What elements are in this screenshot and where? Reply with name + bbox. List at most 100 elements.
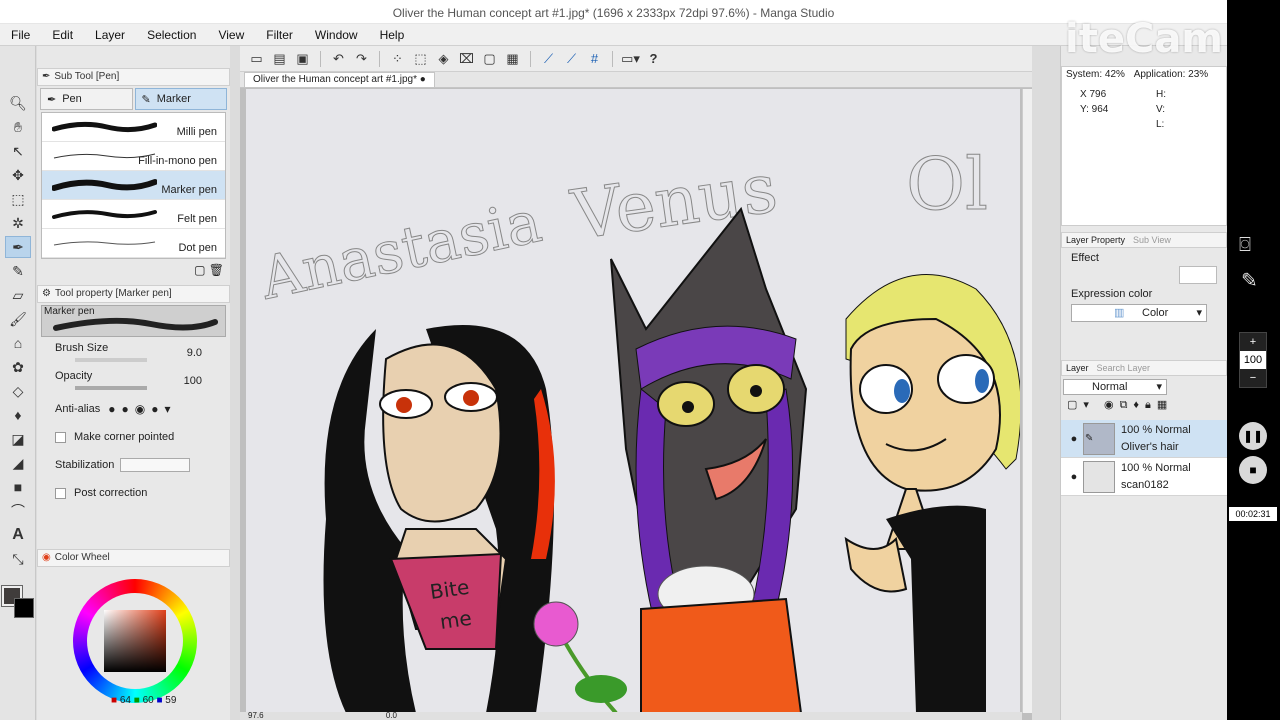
eraser-tool-icon[interactable]: ▱ [5,284,31,306]
stabilization-bar[interactable] [120,458,191,472]
tab-marker[interactable]: ✎ Marker [134,88,227,110]
postcorrection-checkbox[interactable] [55,487,66,499]
camera-icon[interactable]: ⌼ [1239,234,1251,257]
sub-color-swatch[interactable] [14,598,34,618]
saturation-square[interactable] [104,610,166,672]
color-wheel[interactable] [73,579,197,703]
brush-item[interactable]: Milli pen [42,113,225,142]
text-tool-icon[interactable]: A [5,524,31,546]
zoom-readout[interactable]: 97.6 [248,711,264,720]
menu-file[interactable]: File [0,24,41,45]
brush-tool-icon[interactable]: 🖌︎ [5,308,31,330]
new-file-icon[interactable]: ▭ [248,50,265,67]
vertical-scrollbar[interactable] [1022,89,1032,713]
tab-pen[interactable]: ✒ Pen [40,88,133,110]
add-subtool-icon[interactable]: ▢ [194,263,205,277]
artwork-canvas[interactable]: Anastasia Venus Ol Bite me [246,89,1020,713]
zoom-tool-icon[interactable]: 🔍︎ [5,92,31,114]
pen-tool-icon[interactable]: ✒ [5,236,31,258]
pen-draw-icon[interactable]: ✎ [1241,268,1258,293]
selection-icon[interactable]: ⁘ [389,50,406,67]
snap-icon[interactable]: ⟋ [563,50,580,67]
transform-icon[interactable]: ⌧ [458,50,475,67]
stop-icon[interactable]: ■ [1239,456,1267,484]
delete-subtool-icon[interactable]: 🗑︎ [209,263,224,277]
brush-item[interactable]: Fill-in-mono pen [42,142,225,171]
antialias-row[interactable]: Anti-alias ●●◉●▾ [37,395,230,423]
undo-icon[interactable]: ↶ [330,50,347,67]
blend-mode-row: Normal ▾ [1061,376,1227,398]
ruler-icon[interactable]: ⟋ [540,50,557,67]
opacity-value[interactable]: 100 [184,375,202,387]
layer-row[interactable]: ● ✎ 100 % Normal Oliver's hair [1061,420,1227,458]
decoration-icon[interactable]: ✿ [5,356,31,378]
menu-help[interactable]: Help [369,24,416,45]
layerprop-title[interactable]: Layer Property [1066,233,1125,247]
menu-selection[interactable]: Selection [136,24,207,45]
menu-edit[interactable]: Edit [41,24,84,45]
effect-toggle[interactable] [1179,266,1217,284]
fill-icon[interactable]: ◈ [435,50,452,67]
brush-label: Dot pen [178,242,217,254]
opacity-row[interactable]: Opacity 100 [37,367,230,395]
stabilization-row[interactable]: Stabilization [37,451,230,479]
save-icon[interactable]: ▣ [294,50,311,67]
zoom-control[interactable]: + 100 − [1239,332,1267,388]
blend-tool-icon[interactable]: ◇ [5,380,31,402]
ruler-tool-icon[interactable]: ⌒ [5,500,31,522]
layer-tool-icons[interactable]: ▢▾ ◉⧉♦🔒︎▦ [1067,399,1173,411]
brush-size-value[interactable]: 9.0 [187,347,202,359]
pause-icon[interactable]: ❚❚ [1239,422,1267,450]
eye-icon[interactable]: ● [1063,471,1085,483]
hand-tool-icon[interactable]: ✋︎ [5,116,31,138]
open-file-icon[interactable]: ▤ [271,50,288,67]
menu-window[interactable]: Window [304,24,369,45]
pen-nib-icon: ✒ [47,93,57,106]
figure-tool-icon[interactable]: ◢ [5,452,31,474]
brush-item[interactable]: Dot pen [42,229,225,258]
operation-tool-icon[interactable]: ↖ [5,140,31,162]
subview-tab[interactable]: Sub View [1133,233,1171,247]
help-icon[interactable]: ? [645,50,662,67]
antialias-options-icon[interactable]: ●●◉●▾ [108,402,176,416]
gradient-tool-icon[interactable]: ◪ [5,428,31,450]
crop-icon[interactable]: ⬚ [412,50,429,67]
eye-icon[interactable]: ● [1063,433,1085,445]
brush-size-slider[interactable] [75,358,147,362]
move-tool-icon[interactable]: ✥ [5,164,31,186]
pen-icon: ✒ [42,71,51,82]
blend-mode-select[interactable]: Normal ▾ [1063,379,1167,395]
corner-checkbox[interactable] [55,431,66,443]
grid-snap-icon[interactable]: # [586,50,603,67]
pencil-tool-icon[interactable]: ✎ [5,260,31,282]
airbrush-icon[interactable]: ⌂ [5,332,31,354]
menu-filter[interactable]: Filter [255,24,304,45]
layer-row[interactable]: ● 100 % Normal scan0182 [1061,458,1227,496]
expression-color-select[interactable]: ▥ Color ▾ [1071,304,1207,322]
angle-readout[interactable]: 0.0 [386,711,397,720]
balloon-tool-icon[interactable]: ⤡ [5,548,31,570]
menu-view[interactable]: View [207,24,255,45]
zoom-in-icon[interactable]: + [1240,333,1266,351]
menu-layer[interactable]: Layer [84,24,136,45]
opacity-slider[interactable] [75,386,147,390]
document-tab[interactable]: Oliver the Human concept art #1.jpg* ● [244,72,435,88]
zoom-out-icon[interactable]: − [1240,369,1266,387]
selection-tool-icon[interactable]: ⬚ [5,188,31,210]
corner-row[interactable]: Make corner pointed [37,423,230,451]
frame-tool-icon[interactable]: ■ [5,476,31,498]
redo-icon[interactable]: ↷ [353,50,370,67]
brush-item[interactable]: Felt pen [42,200,225,229]
search-layer-tab[interactable]: Search Layer [1097,361,1151,375]
brush-size-row[interactable]: Brush Size 9.0 [37,339,230,367]
postcorrection-row[interactable]: Post correction [37,479,230,507]
brush-item-selected[interactable]: Marker pen [42,171,225,200]
display-icon[interactable]: ▭▾ [621,50,640,67]
green-value: 60 [142,695,154,706]
fill-tool-icon[interactable]: ♦ [5,404,31,426]
auto-select-icon[interactable]: ✲ [5,212,31,234]
layer-title[interactable]: Layer [1066,361,1089,375]
invert-icon[interactable]: ▦ [504,50,521,67]
deselect-icon[interactable]: ▢ [481,50,498,67]
v-value: V: [1156,104,1166,115]
